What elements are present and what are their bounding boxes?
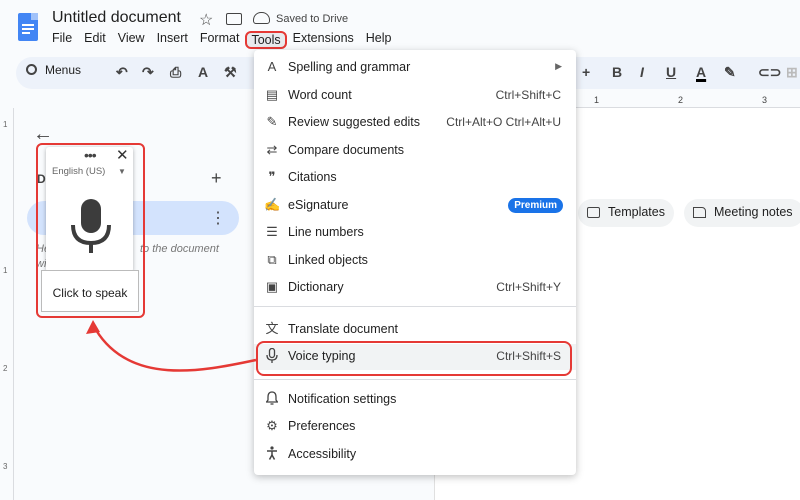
menu-item-label: Word count xyxy=(288,88,352,102)
redo-icon[interactable]: ↷ xyxy=(142,64,154,81)
add-tab-icon[interactable]: + xyxy=(211,168,222,189)
link-icon[interactable]: ⊂⊃ xyxy=(758,64,781,81)
document-title[interactable]: Untitled document xyxy=(52,9,181,27)
search-icon xyxy=(26,64,37,75)
line-numbers-icon: ☰ xyxy=(266,224,278,239)
underline-icon[interactable]: U xyxy=(666,64,676,80)
tools-menu: A Spelling and grammar ▶ ▤ Word count Ct… xyxy=(254,50,576,475)
undo-icon[interactable]: ↶ xyxy=(116,64,128,81)
menu-insert[interactable]: Insert xyxy=(157,31,188,49)
print-icon[interactable]: ⎙ xyxy=(170,64,181,81)
menu-item-label: Line numbers xyxy=(288,225,364,239)
menu-item-word-count[interactable]: ▤ Word count Ctrl+Shift+C xyxy=(254,83,576,109)
menu-file[interactable]: File xyxy=(52,31,72,49)
menu-separator xyxy=(254,306,576,307)
menu-item-translate[interactable]: 文 Translate document xyxy=(254,317,576,343)
template-icon xyxy=(587,207,600,218)
menu-item-linked-objects[interactable]: ⧉ Linked objects xyxy=(254,248,576,274)
menu-item-compare[interactable]: ⇄ Compare documents xyxy=(254,138,576,164)
menu-item-line-numbers[interactable]: ☰ Line numbers xyxy=(254,220,576,246)
document-icon xyxy=(693,207,706,218)
menu-item-shortcut: Ctrl+Alt+O Ctrl+Alt+U xyxy=(446,115,561,129)
menu-item-notifications[interactable]: Notification settings xyxy=(254,387,576,413)
menu-item-preferences[interactable]: ⚙ Preferences xyxy=(254,414,576,440)
saved-status: Saved to Drive xyxy=(276,13,349,25)
menu-item-label: Spelling and grammar xyxy=(288,60,411,74)
docs-logo-icon[interactable] xyxy=(18,13,38,41)
menu-item-shortcut: Ctrl+Shift+Y xyxy=(496,280,561,294)
menu-item-review-edits[interactable]: ✎ Review suggested edits Ctrl+Alt+O Ctrl… xyxy=(254,110,576,136)
menu-item-label: Notification settings xyxy=(288,392,397,406)
search-menus-label: Menus xyxy=(45,63,82,77)
ruler-tick: 3 xyxy=(762,95,768,105)
ruler-tick: 2 xyxy=(3,364,8,373)
preferences-icon: ⚙ xyxy=(266,418,278,433)
templates-chip[interactable]: Templates xyxy=(578,199,674,227)
premium-badge: Premium xyxy=(508,198,563,213)
move-folder-icon[interactable] xyxy=(226,13,242,25)
accessibility-icon xyxy=(264,446,280,462)
translate-icon: 文 xyxy=(265,321,279,336)
linked-objects-icon: ⧉ xyxy=(267,252,277,267)
ruler-tick: 1 xyxy=(3,266,8,275)
review-edits-icon: ✎ xyxy=(266,114,278,129)
menu-item-label: Accessibility xyxy=(288,447,357,461)
ruler-tick: 1 xyxy=(594,95,600,105)
menu-extensions[interactable]: Extensions xyxy=(293,31,354,49)
highlight-box-voice-typing xyxy=(256,341,572,376)
menu-item-shortcut: Ctrl+Shift+C xyxy=(495,88,561,102)
menu-item-label: Linked objects xyxy=(288,253,368,267)
hint-text: to the document xyxy=(140,243,219,255)
menu-help[interactable]: Help xyxy=(366,31,392,49)
menu-item-label: Citations xyxy=(288,170,337,184)
menu-edit[interactable]: Edit xyxy=(84,31,106,49)
menu-item-esignature[interactable]: ✍ eSignature Premium xyxy=(254,193,576,219)
ruler-tick: 2 xyxy=(678,95,684,105)
ruler-tick: 3 xyxy=(3,462,8,471)
meeting-notes-chip[interactable]: Meeting notes xyxy=(684,199,800,227)
horizontal-ruler: 1 2 3 xyxy=(560,94,800,108)
submenu-arrow-icon: ▶ xyxy=(555,61,562,71)
text-color-icon[interactable]: A xyxy=(696,64,706,80)
word-count-icon: ▤ xyxy=(265,87,279,102)
paint-format-icon[interactable]: ⚒ xyxy=(224,64,237,81)
spellcheck-toolbar-icon[interactable]: A xyxy=(198,64,208,80)
search-menus[interactable]: Menus xyxy=(26,63,116,83)
menu-item-label: Compare documents xyxy=(288,143,405,157)
chip-label: Templates xyxy=(608,205,665,219)
spellcheck-icon: A xyxy=(267,59,277,74)
highlight-icon[interactable]: ✎ xyxy=(724,64,736,81)
menu-item-label: Review suggested edits xyxy=(288,115,421,129)
more-options-icon[interactable]: ⋮ xyxy=(210,208,226,228)
citations-icon: ❞ xyxy=(268,169,276,184)
bold-icon[interactable]: B xyxy=(612,64,622,80)
menu-item-label: Preferences xyxy=(288,419,356,433)
menu-separator xyxy=(254,379,576,380)
menu-item-citations[interactable]: ❞ Citations xyxy=(254,165,576,191)
increase-font-icon[interactable]: + xyxy=(582,64,590,80)
menu-item-accessibility[interactable]: Accessibility xyxy=(254,442,576,468)
highlight-box-widget xyxy=(36,143,145,318)
compare-icon: ⇄ xyxy=(266,142,278,157)
menu-item-label: eSignature xyxy=(288,198,349,212)
esignature-icon: ✍ xyxy=(264,197,281,212)
menu-item-dictionary[interactable]: ▣ Dictionary Ctrl+Shift+Y xyxy=(254,275,576,301)
bell-icon xyxy=(264,391,280,407)
chip-label: Meeting notes xyxy=(714,205,793,219)
menu-item-label: Translate document xyxy=(288,322,399,336)
menu-tools[interactable]: Tools xyxy=(245,31,287,49)
menu-item-spelling[interactable]: A Spelling and grammar ▶ xyxy=(254,55,576,81)
cloud-status-icon[interactable] xyxy=(253,12,270,24)
italic-icon[interactable]: I xyxy=(640,64,644,80)
comment-icon[interactable]: ⊞ xyxy=(786,64,798,81)
dictionary-icon: ▣ xyxy=(265,279,279,294)
menu-format[interactable]: Format xyxy=(200,31,240,49)
menu-bar: File Edit View Insert Format Tools Exten… xyxy=(52,31,404,49)
vertical-ruler: 1 1 2 3 xyxy=(0,108,14,500)
menu-view[interactable]: View xyxy=(118,31,145,49)
menu-item-label: Dictionary xyxy=(288,280,344,294)
ruler-tick: 1 xyxy=(3,120,8,129)
star-icon[interactable]: ☆ xyxy=(199,10,213,30)
